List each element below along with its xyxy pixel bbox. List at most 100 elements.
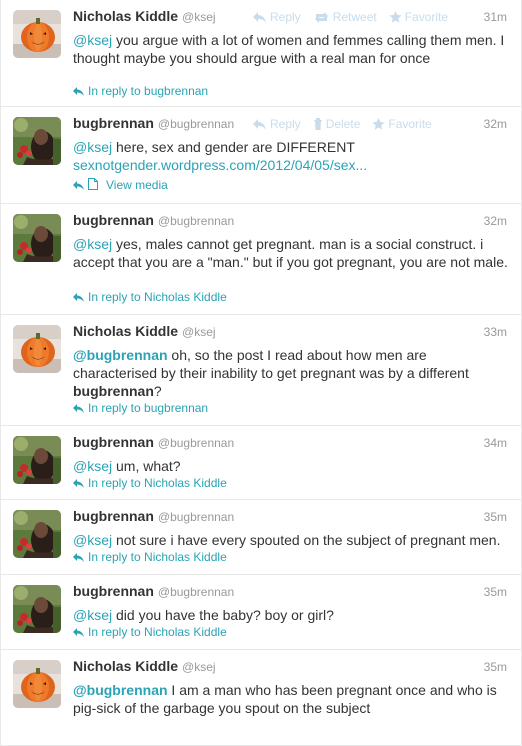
- text-fragment: you argue with a lot of women and femmes…: [73, 32, 505, 66]
- reply-arrow-icon: [73, 550, 88, 564]
- tweet-text: @ksej not sure i have every spouted on t…: [73, 531, 509, 549]
- tweet-fullname[interactable]: Nicholas Kiddle: [73, 8, 178, 24]
- text-fragment: yes, males cannot get pregnant. man is a…: [73, 236, 508, 270]
- mention-link[interactable]: @ksej: [73, 32, 112, 48]
- reply-button[interactable]: Reply: [253, 10, 301, 24]
- reply-label: Reply: [270, 117, 301, 131]
- tweet-fullname[interactable]: Nicholas Kiddle: [73, 658, 178, 674]
- in-reply-to-link[interactable]: In reply to Nicholas Kiddle: [73, 476, 227, 490]
- text-fragment: um, what?: [112, 458, 181, 474]
- tweet-timestamp[interactable]: 35m: [484, 585, 507, 599]
- mention-link[interactable]: @ksej: [73, 139, 112, 155]
- tweet[interactable]: Nicholas Kiddle @ksej 33m @bugbrennan oh, s…: [1, 315, 521, 426]
- tweet-text: @ksej you argue with a lot of women and …: [73, 31, 509, 67]
- in-reply-to-link[interactable]: In reply to Nicholas Kiddle: [73, 625, 227, 639]
- tweet-text: @bugbrennan I am a man who has been preg…: [73, 681, 509, 717]
- context-label: View media: [106, 178, 168, 192]
- tweet[interactable]: bugbrennan @bugbrennan 35m @ksej did you ha…: [1, 575, 521, 650]
- tweet-timestamp[interactable]: 32m: [484, 214, 507, 228]
- context-label: In reply to Nicholas Kiddle: [88, 476, 227, 490]
- tweet-timestamp[interactable]: 34m: [484, 436, 507, 450]
- tweet-timestamp[interactable]: 35m: [484, 510, 507, 524]
- tweet-timestamp[interactable]: 32m: [484, 117, 507, 131]
- reply-arrow-icon: [73, 84, 88, 98]
- avatar[interactable]: [13, 436, 61, 484]
- mention-link[interactable]: @ksej: [73, 532, 112, 548]
- tweet-timestamp[interactable]: 33m: [484, 325, 507, 339]
- avatar[interactable]: [13, 117, 61, 165]
- reply-icon: [253, 117, 270, 131]
- context-label: In reply to Nicholas Kiddle: [88, 625, 227, 639]
- mention-link[interactable]: @bugbrennan: [73, 347, 168, 363]
- favorite-icon: [372, 117, 388, 131]
- tweet-fullname[interactable]: bugbrennan: [73, 434, 154, 450]
- tweet-text: @ksej um, what?: [73, 457, 509, 475]
- avatar[interactable]: [13, 214, 61, 262]
- in-reply-to-link[interactable]: In reply to Nicholas Kiddle: [73, 290, 227, 304]
- tweet-username[interactable]: @bugbrennan: [158, 510, 234, 524]
- tweet-username[interactable]: @bugbrennan: [158, 436, 234, 450]
- in-reply-to-link[interactable]: In reply to bugbrennan: [73, 84, 208, 98]
- tweet-text: @ksej yes, males cannot get pregnant. ma…: [73, 235, 509, 271]
- tweet-header: bugbrennan @bugbrennan 35m: [73, 583, 509, 603]
- text-fragment: ?: [153, 383, 162, 399]
- bold-text: bugbrennan: [73, 383, 154, 399]
- text-fragment: here, sex and gender are DIFFERENT: [112, 139, 355, 155]
- tweet-header: Nicholas Kiddle @ksej 35m: [73, 658, 509, 678]
- avatar[interactable]: [13, 325, 61, 373]
- tweet-text: @bugbrennan oh, so the post I read about…: [73, 346, 509, 400]
- mention-link[interactable]: @ksej: [73, 607, 112, 623]
- reply-icon: [253, 10, 270, 24]
- tweet-actions: Reply Delete Favorite: [253, 117, 444, 131]
- url-link[interactable]: sexnotgender.wordpress.com/2012/04/05/se…: [73, 157, 367, 173]
- tweet-fullname[interactable]: bugbrennan: [73, 583, 154, 599]
- text-fragment: not sure i have every spouted on the sub…: [112, 532, 501, 548]
- tweet-header: Nicholas Kiddle @ksej 33m: [73, 323, 509, 343]
- tweet-text: @ksej did you have the baby? boy or girl…: [73, 606, 509, 624]
- tweet-fullname[interactable]: bugbrennan: [73, 508, 154, 524]
- in-reply-to-link[interactable]: In reply to bugbrennan: [73, 401, 208, 415]
- tweet-fullname[interactable]: bugbrennan: [73, 212, 154, 228]
- tweet-username[interactable]: @ksej: [182, 325, 216, 339]
- favorite-button[interactable]: Favorite: [372, 117, 432, 131]
- view-media-link[interactable]: View media: [73, 178, 168, 192]
- context-label: In reply to bugbrennan: [88, 401, 209, 415]
- tweet-username[interactable]: @bugbrennan: [158, 214, 234, 228]
- tweet-fullname[interactable]: bugbrennan: [73, 115, 154, 131]
- tweet-username[interactable]: @bugbrennan: [158, 585, 234, 599]
- tweet[interactable]: bugbrennan @bugbrennan Reply Delete Favorite…: [1, 107, 521, 204]
- tweet[interactable]: Nicholas Kiddle @ksej 35m @bugbrennan I am …: [1, 650, 521, 746]
- tweet-timestamp[interactable]: 35m: [484, 660, 507, 674]
- reply-arrow-icon: [73, 290, 88, 304]
- favorite-button[interactable]: Favorite: [389, 10, 448, 24]
- tweet[interactable]: bugbrennan @bugbrennan 34m @ksej um, what? I…: [1, 426, 521, 500]
- reply-button[interactable]: Reply: [253, 117, 301, 131]
- avatar[interactable]: [13, 660, 61, 708]
- tweet-username[interactable]: @ksej: [182, 10, 216, 24]
- tweet-header: bugbrennan @bugbrennan 35m: [73, 508, 509, 528]
- favorite-label: Favorite: [388, 117, 432, 131]
- mention-link[interactable]: @ksej: [73, 236, 112, 252]
- avatar[interactable]: [13, 585, 61, 633]
- reply-arrow-icon: [73, 178, 88, 192]
- mention-link[interactable]: @bugbrennan: [73, 682, 168, 698]
- retweet-label: Retweet: [332, 10, 377, 24]
- tweet-username[interactable]: @ksej: [182, 660, 216, 674]
- favorite-icon: [389, 10, 405, 24]
- tweet-username[interactable]: @bugbrennan: [158, 117, 234, 131]
- tweet[interactable]: bugbrennan @bugbrennan 35m @ksej not sure i…: [1, 500, 521, 575]
- context-label: In reply to bugbrennan: [88, 84, 209, 98]
- reply-label: Reply: [270, 10, 301, 24]
- tweet-header: bugbrennan @bugbrennan 34m: [73, 434, 509, 454]
- avatar[interactable]: [13, 510, 61, 558]
- tweet-actions: Reply Retweet Favorite: [253, 10, 460, 24]
- retweet-button[interactable]: Retweet: [313, 10, 377, 24]
- tweet-timestamp[interactable]: 31m: [484, 10, 507, 24]
- in-reply-to-link[interactable]: In reply to Nicholas Kiddle: [73, 550, 227, 564]
- avatar[interactable]: [13, 10, 61, 58]
- tweet[interactable]: bugbrennan @bugbrennan 32m @ksej yes, males…: [1, 204, 521, 315]
- mention-link[interactable]: @ksej: [73, 458, 112, 474]
- tweet[interactable]: Nicholas Kiddle @ksej Reply Retweet Favorite…: [1, 0, 521, 107]
- delete-button[interactable]: Delete: [313, 117, 360, 131]
- tweet-fullname[interactable]: Nicholas Kiddle: [73, 323, 178, 339]
